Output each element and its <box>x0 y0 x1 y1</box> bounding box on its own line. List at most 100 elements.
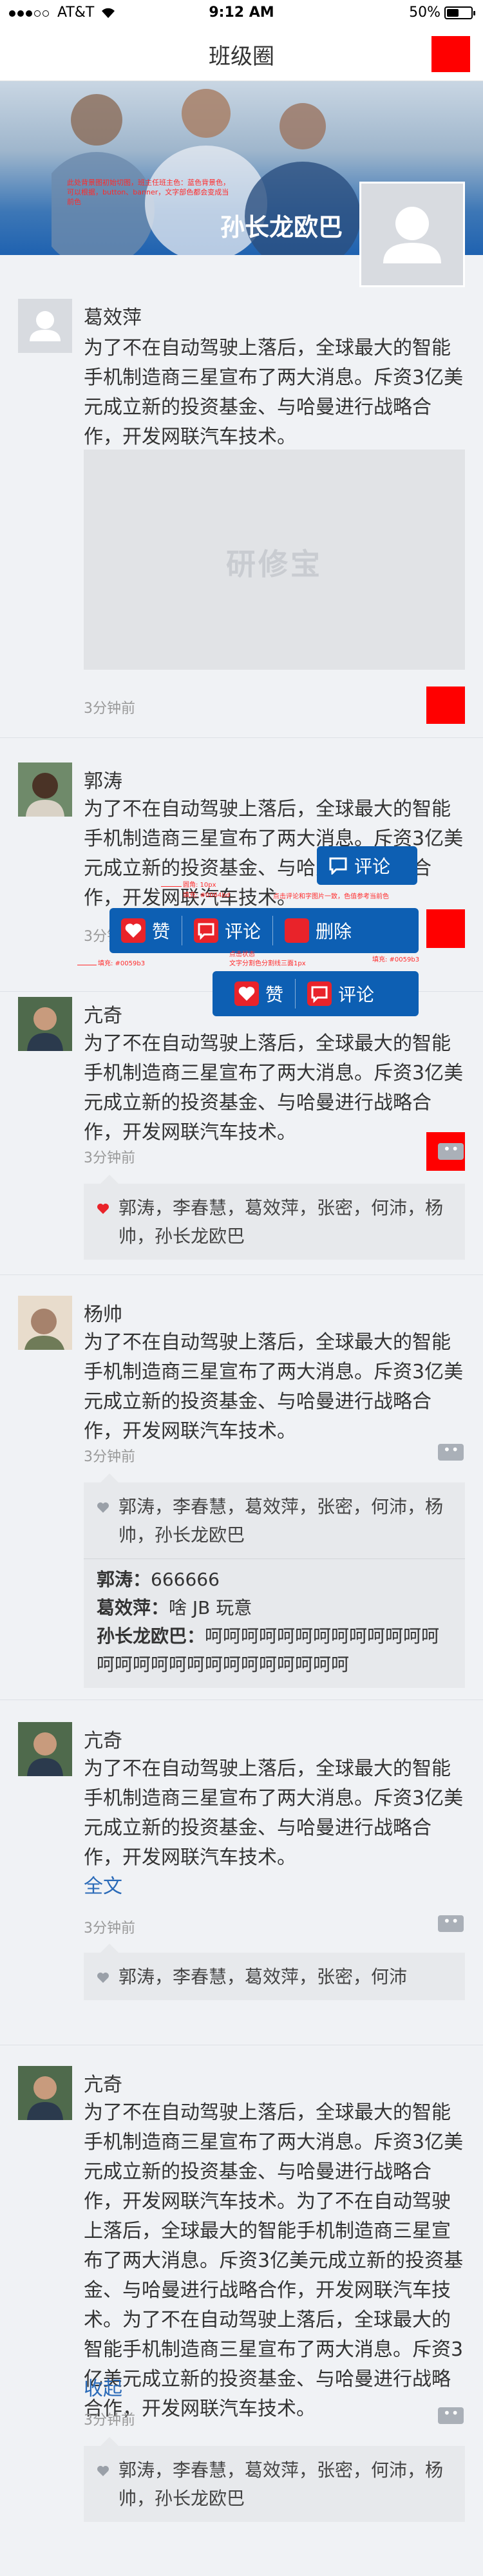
comment-author: 郭涛： <box>97 1569 151 1590</box>
design-annotation: 填充: #0059b3 <box>372 956 420 963</box>
comment-label: 评论 <box>354 856 391 877</box>
battery-icon <box>444 6 475 19</box>
post-time: 3分钟前 <box>84 2412 135 2429</box>
design-annotation: 填充: #0059b3 <box>98 960 146 967</box>
post-author[interactable]: 亢奇 <box>84 2069 122 2097</box>
avatar[interactable] <box>18 299 72 353</box>
more-icon[interactable] <box>438 2405 464 2424</box>
comment-icon <box>194 918 219 943</box>
post-text: 为了不在自动驾驶上落后，全球最大的智能手机制造商三星宣布了两大消息。斥资3亿美元… <box>84 1032 464 1144</box>
page-title: 班级圈 <box>209 44 274 70</box>
comment-label: 评论 <box>225 921 261 942</box>
heart-icon <box>97 1502 109 1513</box>
post-text: 为了不在自动驾驶上落后，全球最大的智能手机制造商三星宣布了两大消息。斥资3亿美元… <box>84 1331 464 1443</box>
design-annotation: 点击评论和字图片一致，色值参考当前色 <box>273 893 389 900</box>
more-icon[interactable] <box>438 1442 464 1461</box>
heart-icon <box>97 2466 109 2476</box>
interaction-box: 郭涛，李春慧，葛效萍，张密，何沛，杨帅，孙长龙欧巴 <box>84 1175 465 1260</box>
user-placeholder-icon <box>30 311 61 341</box>
feed-post: 亢奇 为了不在自动驾驶上落后，全球最大的智能手机制造商三星宣布了两大消息。斥资3… <box>0 992 483 1275</box>
post-author[interactable]: 郭涛 <box>84 765 122 793</box>
post-author[interactable]: 亢奇 <box>84 1725 122 1753</box>
like-label: 赞 <box>152 921 171 942</box>
interaction-box: 郭涛，李春慧，葛效萍，张密，何沛，杨帅，孙长龙欧巴 郭涛：666666 葛效萍：… <box>84 1473 465 1688</box>
heart-icon <box>121 918 146 943</box>
battery-percent: 50% <box>409 5 440 21</box>
comment-author: 葛效萍： <box>97 1597 169 1618</box>
post-time: 3分钟前 <box>84 1449 135 1465</box>
feed-post: 杨帅 为了不在自动驾驶上落后，全球最大的智能手机制造商三星宣布了两大消息。斥资3… <box>0 1275 483 1700</box>
user-photo <box>18 2066 72 2120</box>
more-icon[interactable] <box>438 1913 464 1932</box>
feed-post: 亢奇 为了不在自动驾驶上落后，全球最大的智能手机制造商三星宣布了两大消息。斥资3… <box>0 1700 483 2045</box>
user-photo <box>18 997 72 1051</box>
avatar[interactable] <box>18 762 72 817</box>
post-author[interactable]: 亢奇 <box>84 999 122 1028</box>
post-image[interactable]: 研修宝 <box>84 450 465 670</box>
user-photo <box>18 1722 72 1776</box>
post-text: 为了不在自动驾驶上落后，全球最大的智能手机制造商三星宣布了两大消息。斥资3亿美元… <box>84 2101 464 2420</box>
nav-action-button[interactable] <box>431 36 470 72</box>
image-watermark: 研修宝 <box>226 547 323 582</box>
post-author[interactable]: 葛效萍 <box>84 301 142 330</box>
avatar[interactable] <box>18 997 72 1051</box>
design-annotation: 点击状态 <box>229 951 255 958</box>
user-photo <box>18 762 72 817</box>
likes-names[interactable]: 郭涛，李春慧，葛效萍，张密，何沛，杨帅，孙长龙欧巴 <box>118 2459 443 2509</box>
action-popup-full: 赞 评论 删除 <box>109 908 419 953</box>
feed-post: 葛效萍 为了不在自动驾驶上落后，全球最大的智能手机制造商三星宣布了两大消息。斥资… <box>0 287 483 738</box>
expand-link[interactable]: 全文 <box>84 1870 122 1899</box>
post-author[interactable]: 杨帅 <box>84 1298 122 1327</box>
delete-action[interactable]: 删除 <box>273 908 363 953</box>
like-action[interactable]: 赞 <box>109 908 182 953</box>
likes-list: 郭涛，李春慧，葛效萍，张密，何沛，杨帅，孙长龙欧巴 <box>84 2446 465 2522</box>
likes-names[interactable]: 郭涛，李春慧，葛效萍，张密，何沛，杨帅，孙长龙欧巴 <box>118 1197 443 1247</box>
avatar[interactable] <box>18 2066 72 2120</box>
comment-icon <box>329 857 347 875</box>
annotation-line <box>161 886 182 887</box>
post-action-button[interactable] <box>426 1132 465 1171</box>
likes-names[interactable]: 郭涛，李春慧，葛效萍，张密，何沛，杨帅，孙长龙欧巴 <box>118 1496 443 1546</box>
design-annotation: 圆角: 10px <box>183 882 216 889</box>
design-annotation: 填充: #0064bd <box>183 892 231 899</box>
nav-bar: 班级圈 <box>0 26 483 81</box>
interaction-box: 郭涛，李春慧，葛效萍，张密，何沛，杨帅，孙长龙欧巴 <box>84 2437 465 2522</box>
action-popup-comment: 评论 <box>317 846 417 885</box>
more-icon <box>438 1141 464 1160</box>
user-photo <box>18 1296 72 1350</box>
comment-text: 666666 <box>151 1569 220 1590</box>
heart-icon <box>97 1973 109 1983</box>
status-bar: AT&T 9:12 AM 50% <box>0 0 483 26</box>
comment-text: 啥 JB 玩意 <box>169 1597 252 1618</box>
post-time: 3分钟前 <box>84 1920 135 1937</box>
comments-list: 郭涛：666666 葛效萍：啥 JB 玩意 孙长龙欧巴：呵呵呵呵呵呵呵呵呵呵呵呵… <box>84 1559 465 1688</box>
interaction-box: 郭涛，李春慧，葛效萍，张密，何沛 <box>84 1944 465 2000</box>
comment-item[interactable]: 葛效萍：啥 JB 玩意 <box>84 1594 465 1622</box>
post-text: 为了不在自动驾驶上落后，全球最大的智能手机制造商三星宣布了两大消息。斥资3亿美元… <box>84 1757 464 1869</box>
avatar[interactable] <box>18 1722 72 1776</box>
design-annotation: 文字分割色分割线三面1px <box>229 960 306 967</box>
comment-author: 孙长龙欧巴： <box>97 1625 205 1647</box>
post-time: 3分钟前 <box>84 1150 135 1166</box>
post-text: 为了不在自动驾驶上落后，全球最大的智能手机制造商三星宣布了两大消息。斥资3亿美元… <box>84 337 464 448</box>
likes-list: 郭涛，李春慧，葛效萍，张密，何沛 <box>84 1953 465 2000</box>
comment-action[interactable]: 评论 <box>317 846 402 885</box>
likes-list: 郭涛，李春慧，葛效萍，张密，何沛，杨帅，孙长龙欧巴 <box>84 1482 465 1558</box>
delete-label: 删除 <box>316 921 352 942</box>
heart-icon <box>97 1204 109 1214</box>
post-action-button[interactable] <box>426 909 465 948</box>
comment-action[interactable]: 评论 <box>182 908 272 953</box>
trash-icon <box>285 918 310 943</box>
likes-list: 郭涛，李春慧，葛效萍，张密，何沛，杨帅，孙长龙欧巴 <box>84 1184 465 1260</box>
comment-item[interactable]: 郭涛：666666 <box>84 1566 465 1594</box>
post-action-button[interactable] <box>426 687 465 724</box>
banner-user-name: 孙长龙欧巴 <box>220 213 343 242</box>
likes-names[interactable]: 郭涛，李春慧，葛效萍，张密，何沛 <box>118 1966 407 1987</box>
feed-post: 亢奇 为了不在自动驾驶上落后，全球最大的智能手机制造商三星宣布了两大消息。斥资3… <box>0 2045 483 2576</box>
avatar[interactable] <box>18 1296 72 1350</box>
user-placeholder-icon <box>383 207 441 263</box>
post-time: 3分钟前 <box>84 701 135 717</box>
comment-item[interactable]: 孙长龙欧巴：呵呵呵呵呵呵呵呵呵呵呵呵呵呵呵呵呵呵呵呵呵呵呵呵呵呵呵 <box>84 1622 465 1679</box>
collapse-link[interactable]: 收起 <box>84 2372 122 2401</box>
profile-avatar[interactable] <box>359 182 465 287</box>
